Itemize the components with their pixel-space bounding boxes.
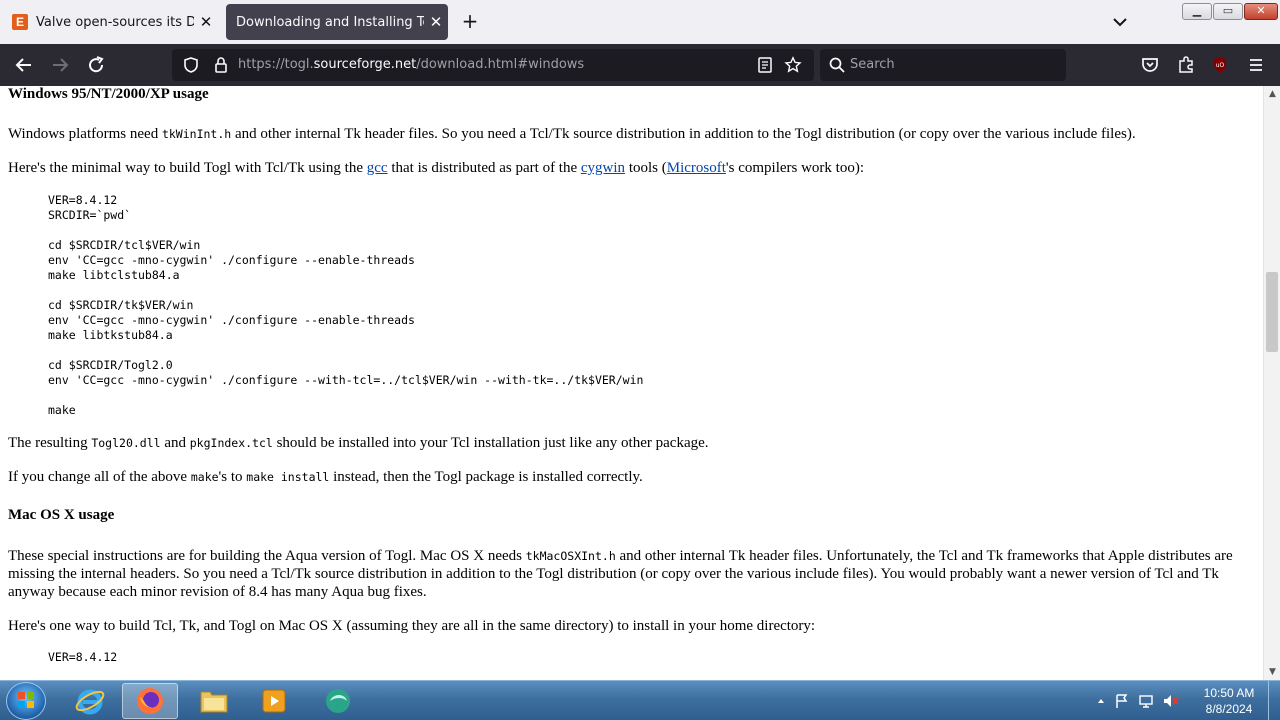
search-placeholder: Search [850, 57, 895, 72]
taskbar-file-explorer[interactable] [186, 683, 242, 719]
windows-intro-paragraph: Windows platforms need tkWinInt.h and ot… [8, 126, 1136, 142]
resulting-files-paragraph: The resulting Togl20.dll and pkgIndex.tc… [8, 435, 709, 451]
windows-logo-icon [18, 692, 34, 708]
start-button[interactable] [6, 682, 46, 720]
inline-code: tkWinInt.h [161, 127, 232, 141]
mac-intro-paragraph: These special instructions are for build… [8, 548, 1233, 600]
tab-valve-article[interactable]: E Valve open-sources its DirectX t ✕ [4, 4, 218, 40]
navigation-toolbar: https://togl.sourceforge.net/download.ht… [0, 44, 1280, 86]
taskbar-internet-explorer[interactable] [62, 683, 118, 719]
url-domain: sourceforge.net [313, 57, 417, 72]
taskbar-firefox[interactable] [122, 683, 178, 719]
taskbar-media-player[interactable] [246, 683, 302, 719]
windows-usage-heading: Windows 95/NT/2000/XP usage [8, 86, 209, 102]
action-center-flag-icon[interactable] [1114, 693, 1130, 709]
page-content: Windows 95/NT/2000/XP usage Windows plat… [0, 86, 1263, 680]
cygwin-link[interactable]: cygwin [581, 160, 625, 176]
inline-code: make install [246, 470, 330, 484]
show-hidden-icons-icon[interactable] [1096, 696, 1106, 706]
search-input[interactable]: Search [820, 49, 1066, 81]
scroll-up-arrow-icon[interactable]: ▲ [1264, 86, 1280, 102]
system-tray [1096, 691, 1180, 711]
system-clock[interactable]: 10:50 AM 8/8/2024 [1196, 685, 1262, 717]
build-instructions-paragraph: Here's the minimal way to build Togl wit… [8, 160, 865, 176]
mac-build-paragraph: Here's one way to build Tcl, Tk, and Tog… [8, 618, 816, 634]
extensions-puzzle-icon[interactable] [1174, 53, 1198, 77]
url-path: /download.html#windows [416, 57, 585, 72]
minimize-button[interactable]: ▁ [1182, 3, 1212, 20]
app-icon [326, 689, 350, 713]
close-tab-icon[interactable]: ✕ [194, 13, 218, 31]
inline-code: pkgIndex.tcl [189, 436, 273, 450]
file-explorer-icon [200, 691, 228, 713]
ublock-origin-icon[interactable]: uO [1208, 53, 1232, 77]
inline-code: Togl20.dll [91, 436, 161, 450]
svg-text:uO: uO [1216, 62, 1225, 69]
close-tab-icon[interactable]: ✕ [424, 13, 448, 31]
firefox-icon [137, 688, 163, 714]
clock-time: 10:50 AM [1203, 686, 1255, 700]
chevron-down-icon[interactable] [1110, 12, 1130, 32]
maximize-button[interactable]: ▭ [1213, 3, 1243, 20]
forward-arrow-icon[interactable] [48, 53, 72, 77]
new-tab-button[interactable]: + [458, 10, 482, 34]
microsoft-link[interactable]: Microsoft [667, 160, 726, 176]
internet-explorer-icon [75, 689, 105, 715]
clock-date: 8/8/2024 [1205, 702, 1253, 716]
scroll-down-arrow-icon[interactable]: ▼ [1264, 664, 1280, 680]
inline-code: tkMacOSXInt.h [525, 549, 616, 563]
url-text[interactable]: https://togl.sourceforge.net/download.ht… [238, 57, 584, 72]
address-bar[interactable]: https://togl.sourceforge.net/download.ht… [172, 49, 814, 81]
taskbar-app[interactable] [310, 683, 366, 719]
url-prefix: https://togl. [238, 57, 314, 72]
reload-icon[interactable] [84, 53, 108, 77]
escapist-e-icon: E [12, 14, 28, 30]
reader-view-icon[interactable] [756, 56, 774, 74]
gcc-link[interactable]: gcc [367, 160, 388, 176]
lock-icon[interactable] [212, 56, 230, 74]
make-install-paragraph: If you change all of the above make's to… [8, 469, 643, 485]
inline-code: make [190, 470, 219, 484]
tracking-protection-shield-icon[interactable] [182, 56, 200, 74]
bookmark-star-icon[interactable] [784, 56, 802, 74]
hamburger-menu-icon[interactable] [1244, 53, 1268, 77]
scrollbar-thumb[interactable] [1266, 272, 1278, 352]
media-player-icon [262, 689, 286, 713]
search-icon [829, 57, 845, 73]
back-arrow-icon[interactable] [12, 53, 36, 77]
mac-build-code-block: VER=8.4.12 [48, 650, 118, 664]
show-desktop-button[interactable] [1268, 681, 1280, 720]
tab-title: Downloading and Installing Togl [236, 14, 424, 30]
windows-taskbar: 10:50 AM 8/8/2024 [0, 680, 1280, 720]
tab-togl-download[interactable]: Downloading and Installing Togl ✕ [226, 4, 448, 40]
vertical-scrollbar[interactable]: ▲ ▼ [1263, 86, 1280, 680]
windows-build-code-block: VER=8.4.12 SRCDIR=`pwd` cd $SRCDIR/tcl$V… [48, 193, 644, 417]
tab-title: Valve open-sources its DirectX t [36, 14, 194, 30]
tab-strip: E Valve open-sources its DirectX t ✕ Dow… [0, 0, 1280, 44]
pocket-icon[interactable] [1138, 53, 1162, 77]
mac-usage-heading: Mac OS X usage [8, 507, 115, 523]
close-window-button[interactable]: ✕ [1244, 3, 1278, 20]
volume-muted-icon[interactable] [1162, 693, 1180, 709]
network-icon[interactable] [1138, 693, 1154, 709]
